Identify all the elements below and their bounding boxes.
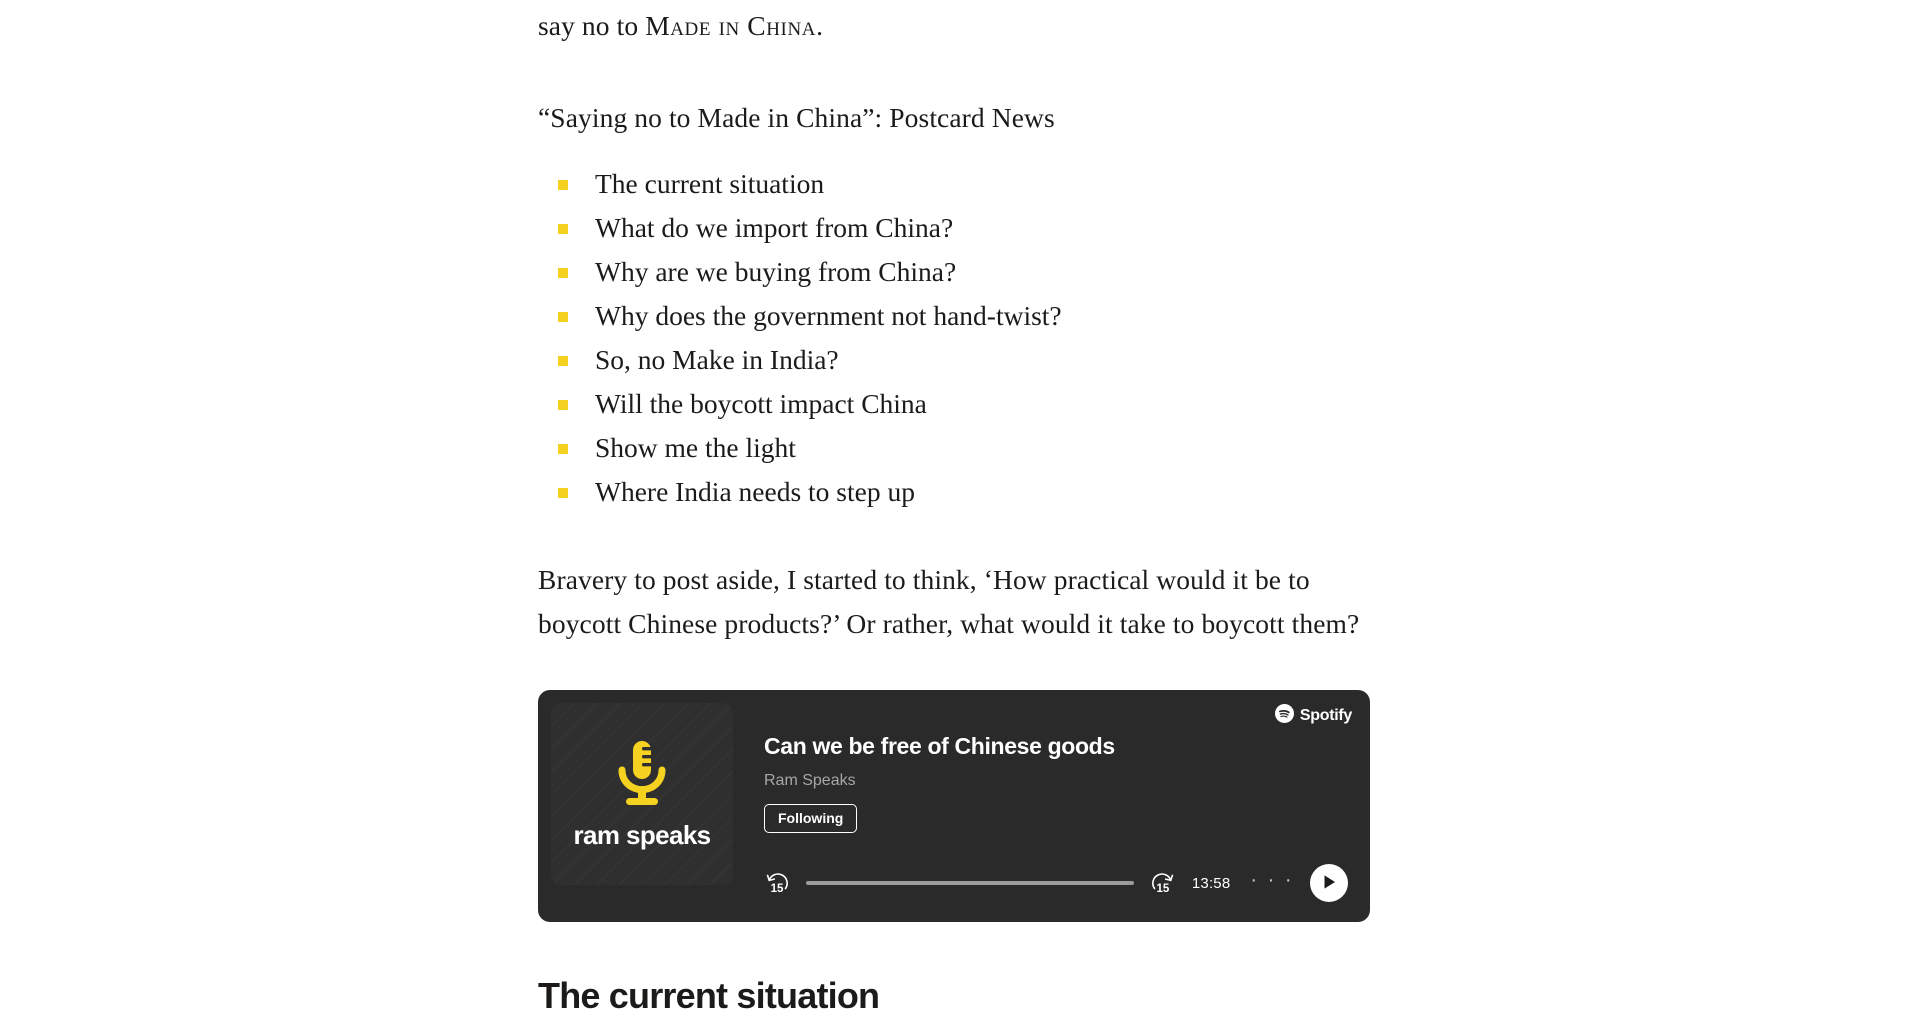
paragraph-top-tail: . (816, 10, 824, 41)
table-of-contents-list: The current situation What do we import … (538, 162, 1378, 514)
list-item-label: Will the boycott impact China (595, 388, 927, 419)
square-bullet-icon (558, 400, 568, 410)
podcast-cover-art[interactable]: ram speaks (551, 703, 733, 885)
paragraph-top: say no to Made in China. (538, 0, 1378, 48)
forward-15-label: 15 (1156, 883, 1170, 895)
follow-button[interactable]: Following (764, 804, 858, 833)
paragraph-top-smallcaps: Made in China (645, 10, 817, 41)
list-item-label: Where India needs to step up (595, 476, 915, 507)
player-controls: 15 15 13:58 · · · (764, 860, 1348, 906)
spotify-embed-player[interactable]: Spotify ram speaks Can we be free of Chi… (538, 690, 1370, 922)
list-item-label: Why are we buying from China? (595, 256, 957, 287)
duration-label: 13:58 (1191, 874, 1231, 892)
more-options-icon[interactable]: · · · (1250, 870, 1294, 896)
play-button[interactable] (1310, 864, 1348, 902)
square-bullet-icon (558, 312, 568, 322)
list-item-label: So, no Make in India? (595, 344, 839, 375)
square-bullet-icon (558, 224, 568, 234)
list-item[interactable]: Where India needs to step up (558, 470, 1378, 514)
rewind-15-icon[interactable]: 15 (764, 870, 790, 896)
list-item[interactable]: So, no Make in India? (558, 338, 1378, 382)
image-caption: “Saying no to Made in China”: Postcard N… (538, 102, 1055, 133)
section-heading: The current situation (538, 975, 880, 1016)
list-item[interactable]: Why does the government not hand-twist? (558, 294, 1378, 338)
rewind-15-label: 15 (770, 883, 784, 895)
square-bullet-icon (558, 356, 568, 366)
list-item-label: Show me the light (595, 432, 796, 463)
list-item-label: Why does the government not hand-twist? (595, 300, 1062, 331)
square-bullet-icon (558, 268, 568, 278)
article-page: say no to Made in China. “Saying no to M… (0, 0, 1908, 1016)
spotify-logo-icon (1274, 704, 1294, 728)
microphone-icon (611, 737, 673, 814)
track-title: Can we be free of Chinese goods (764, 733, 1115, 759)
list-item[interactable]: Show me the light (558, 426, 1378, 470)
track-metadata: Can we be free of Chinese goods Ram Spea… (764, 732, 1346, 833)
progress-scrubber[interactable] (806, 881, 1134, 885)
list-item[interactable]: The current situation (558, 162, 1378, 206)
square-bullet-icon (558, 180, 568, 190)
show-name: Ram Speaks (764, 772, 856, 789)
list-item[interactable]: Why are we buying from China? (558, 250, 1378, 294)
list-item[interactable]: Will the boycott impact China (558, 382, 1378, 426)
list-item-label: The current situation (595, 168, 825, 199)
square-bullet-icon (558, 488, 568, 498)
paragraph-top-lead: say no to (538, 10, 646, 41)
spotify-brand-label: Spotify (1299, 707, 1352, 724)
forward-15-icon[interactable]: 15 (1150, 870, 1176, 896)
podcast-cover-title: ram speaks (573, 820, 711, 850)
square-bullet-icon (558, 444, 568, 454)
paragraph-body: Bravery to post aside, I started to thin… (538, 564, 1360, 639)
spotify-brand[interactable]: Spotify (1274, 704, 1352, 728)
article-content-column: say no to Made in China. “Saying no to M… (538, 0, 1378, 1018)
play-icon (1322, 874, 1337, 893)
list-item-label: What do we import from China? (595, 212, 954, 243)
list-item[interactable]: What do we import from China? (558, 206, 1378, 250)
